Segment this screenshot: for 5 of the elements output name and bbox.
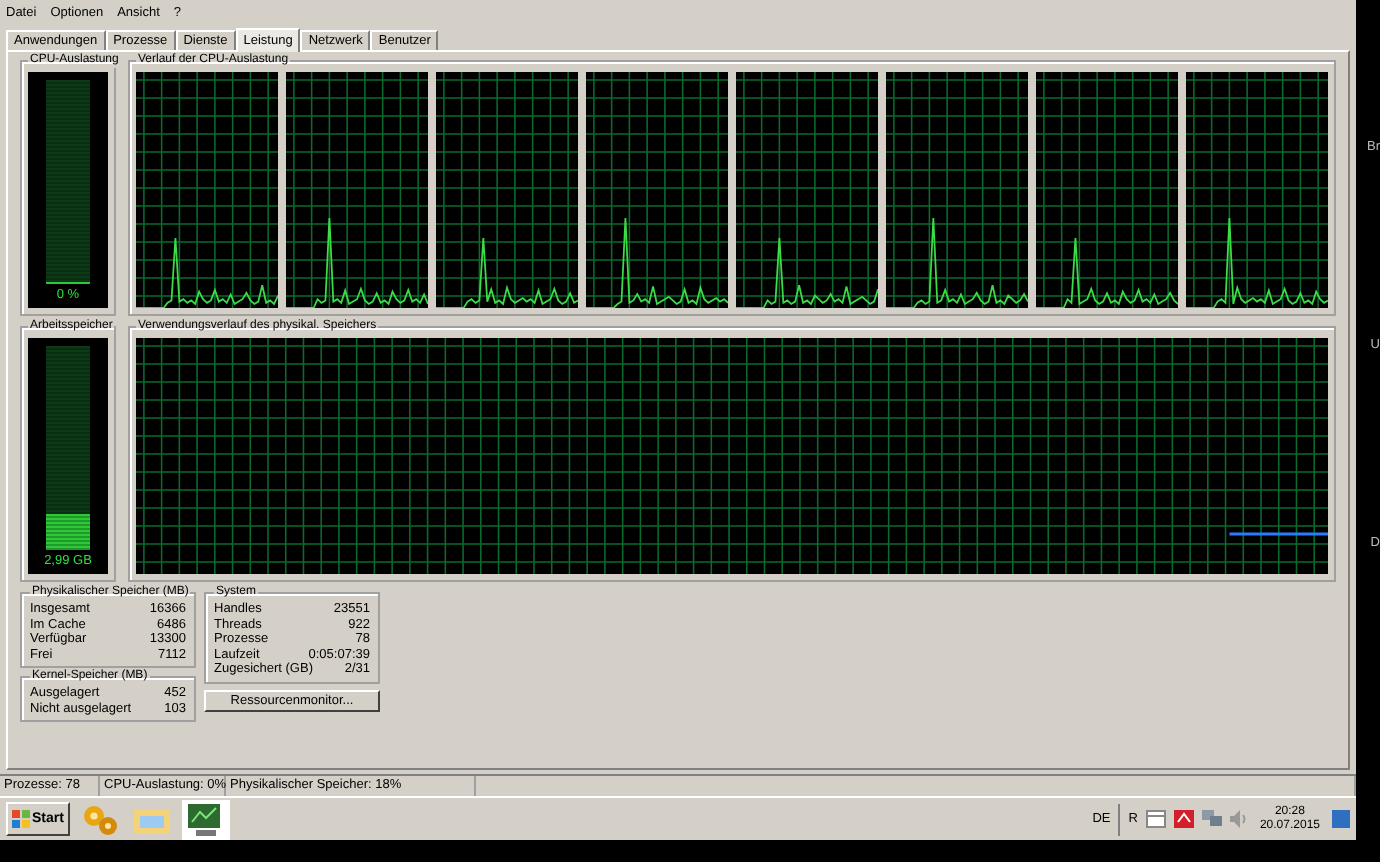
windows-logo-icon (12, 810, 30, 828)
window-icon[interactable] (1145, 810, 1166, 828)
monitor-icon[interactable] (181, 799, 230, 839)
speaker-icon[interactable] (1229, 810, 1248, 828)
network-icon[interactable] (1201, 810, 1222, 828)
